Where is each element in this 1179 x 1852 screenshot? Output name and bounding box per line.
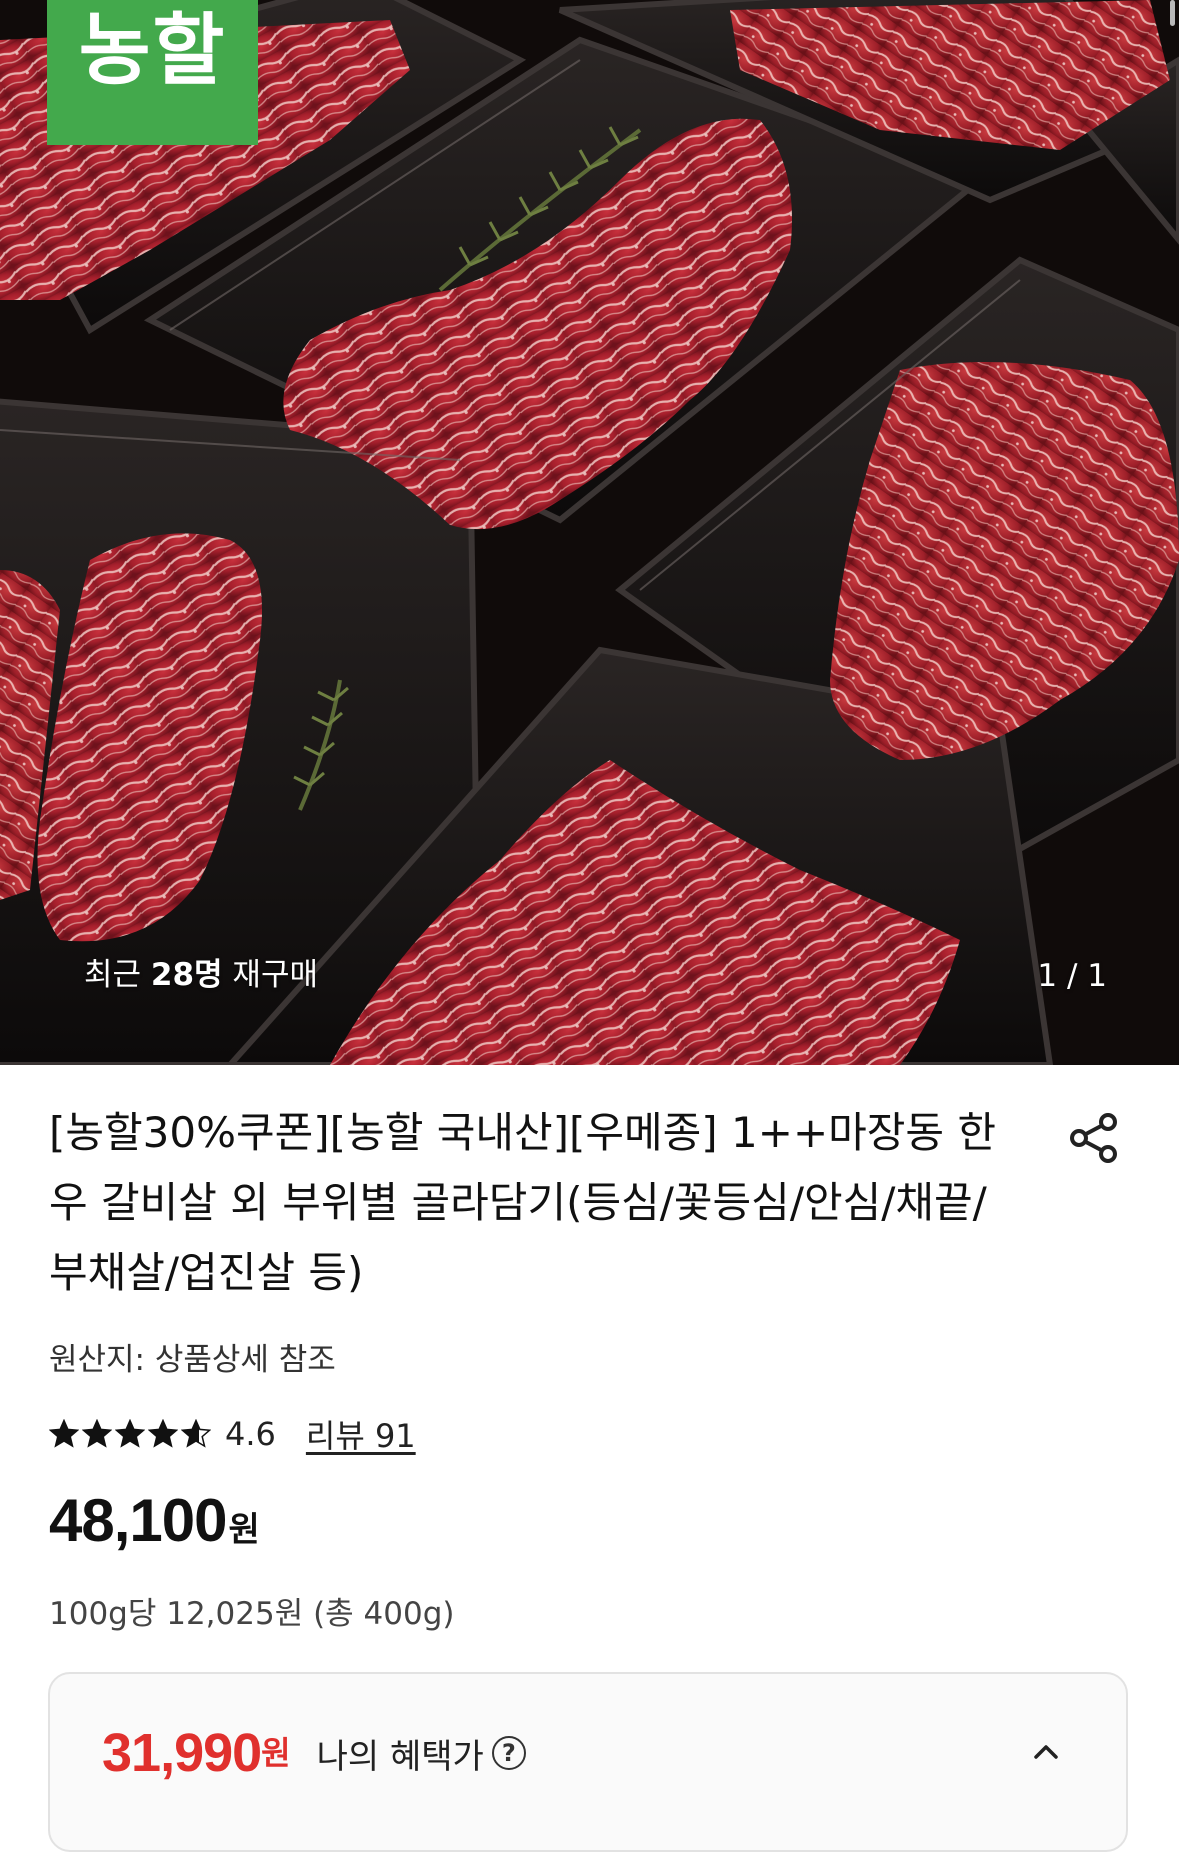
chevron-up-icon [1034,1745,1058,1759]
scrollbar-thumb[interactable] [1170,0,1175,26]
share-icon [1070,1113,1117,1163]
review-link[interactable]: 리뷰 91 [306,1411,416,1457]
rating-value: 4.6 [225,1415,276,1453]
star-icon [148,1419,178,1448]
benefit-currency: 원 [261,1734,291,1772]
price-currency: 원 [228,1510,260,1550]
benefit-label: 나의 혜택가 [316,1736,484,1777]
origin-info: 원산지: 상품상세 참조 [49,1342,336,1378]
price-amount: 48,100 [49,1487,228,1554]
benefit-amount: 31,990 [102,1723,262,1783]
rating-row: 4.6 리뷰 91 [49,1409,416,1459]
star-icon [82,1419,112,1448]
unit-price: 100g당 12,025원 (총 400g) [49,1596,455,1632]
meat-photo [0,0,1179,1065]
repurchase-suffix: 재구매 [222,957,318,993]
product-title: [농할30%쿠폰][농할 국내산][우메종] 1++마장동 한우 갈비살 외 부… [49,1108,997,1297]
repurchase-count: 28명 [150,957,223,993]
image-page-counter: 1 / 1 [1037,958,1107,994]
star-icon [181,1419,211,1448]
collapse-button[interactable] [1026,1732,1066,1772]
star-icon [115,1419,145,1448]
repurchase-info: 최근 28명 재구매 [84,949,318,994]
share-button[interactable] [1064,1108,1124,1168]
product-price: 48,100 원 [49,1486,260,1555]
star-icon [49,1419,79,1448]
brand-badge-text: 농할 [78,6,227,96]
product-image[interactable]: 농할 최근 28명 재구매 1 / 1 [0,0,1179,1065]
brand-badge: 농할 [47,0,258,145]
star-rating [49,1419,211,1449]
repurchase-prefix: 최근 [84,957,151,993]
benefit-price-card[interactable]: 31,990 원 나의 혜택가 ? [48,1672,1128,1852]
help-icon[interactable]: ? [491,1736,526,1770]
